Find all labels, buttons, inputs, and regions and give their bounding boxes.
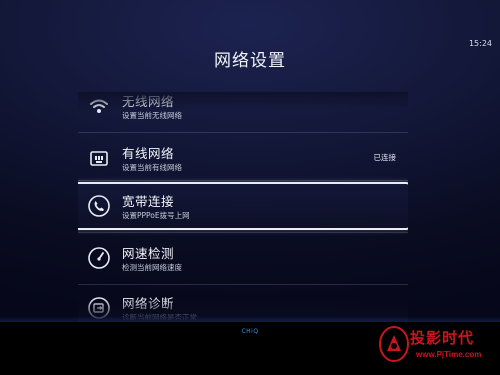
divider [78, 180, 408, 181]
menu-item-speed-test[interactable]: 网速检测 检测当前网络速度 [78, 238, 408, 284]
menu-item-description: 设置当前有线网络 [122, 163, 182, 172]
connection-status: 已连接 [373, 153, 397, 162]
tv-bezel: CHiQ 投影时代 www.PjTime.com [0, 322, 500, 375]
wifi-icon [86, 93, 112, 119]
ethernet-icon [86, 145, 112, 171]
menu-item-title: 有线网络 [122, 146, 175, 161]
menu-item-description: 设置当前无线网络 [122, 111, 182, 120]
divider [78, 284, 408, 285]
watermark: 投影时代 www.PjTime.com [374, 325, 494, 373]
menu-item-description: 设置PPPoE拨号上网 [122, 211, 190, 220]
menu-item-title: 网速检测 [122, 246, 175, 261]
menu-item-title: 无线网络 [122, 94, 175, 109]
menu-item-title: 宽带连接 [122, 194, 175, 209]
menu-item-wired[interactable]: 有线网络 设置当前有线网络 已连接 [78, 138, 408, 184]
divider [78, 132, 408, 133]
menu-item-title: 网络诊断 [122, 296, 175, 311]
speedometer-icon [86, 245, 112, 271]
watermark-logo-icon [379, 326, 409, 362]
watermark-url: www.PjTime.com [416, 350, 482, 359]
phone-icon [86, 193, 112, 219]
tv-screen: 15:24 网络设置 无线网络 设置当前无线网络 有线网络 设置当前有线网络 已… [0, 0, 500, 325]
watermark-text: 投影时代 [410, 329, 475, 347]
menu-item-description: 检测当前网络速度 [122, 263, 182, 272]
divider [78, 232, 408, 233]
menu-item-wireless[interactable]: 无线网络 设置当前无线网络 [78, 92, 408, 132]
menu-item-broadband[interactable]: 宽带连接 设置PPPoE拨号上网 [78, 182, 408, 232]
page-title: 网络设置 [214, 51, 286, 71]
network-settings-menu: 无线网络 设置当前无线网络 有线网络 设置当前有线网络 已连接 宽带连接 设置P… [78, 92, 408, 320]
